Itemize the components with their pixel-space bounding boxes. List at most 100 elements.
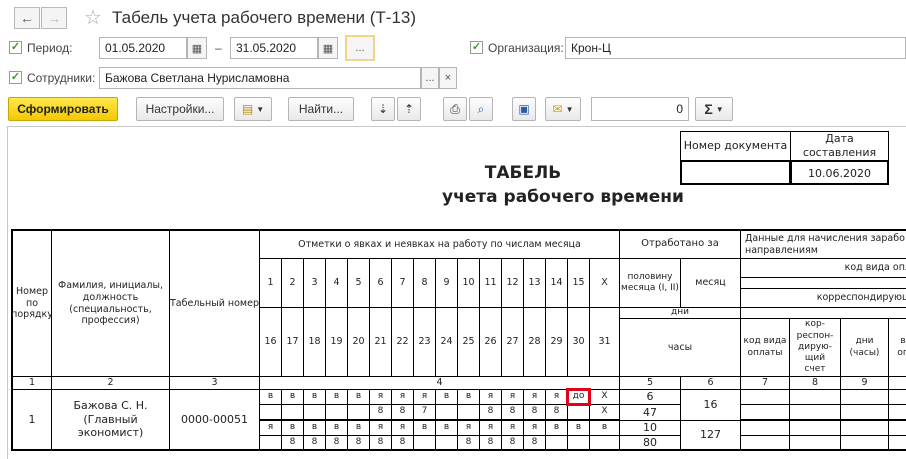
org-input[interactable]: Крон-Ц <box>565 37 906 59</box>
sort-asc-button[interactable]: ⇣ <box>371 97 395 121</box>
print-preview-icon: ⌕ <box>477 101 485 116</box>
col-header-payroll: Данные для начисления зарабо и направлен… <box>740 229 906 259</box>
attendance-mark-cell: 8 <box>369 435 392 451</box>
attendance-mark-cell <box>435 435 458 451</box>
attendance-mark-cell: в <box>325 420 348 436</box>
colnum-4: 4 <box>259 376 620 390</box>
colnum-6: 6 <box>680 376 741 390</box>
col-header-marks: Отметки о явках и неявках на работу по ч… <box>259 229 620 259</box>
payroll-cell <box>789 435 841 451</box>
day-header-top: X <box>589 258 620 308</box>
doc-number-header: Номер документа <box>680 131 791 161</box>
day-header-top: 11 <box>479 258 502 308</box>
employees-input[interactable]: Бажова Светлана Нурисламовна <box>99 67 421 89</box>
employee-name: Бажова С. Н. (Главный экономист) <box>51 389 170 451</box>
doc-number-value <box>680 160 791 185</box>
calendar-to-button[interactable]: ▦ <box>318 37 338 59</box>
send-email-button[interactable]: ✉ ▼ <box>545 97 581 121</box>
attendance-mark-cell: в <box>303 420 326 436</box>
attendance-mark-cell: в <box>281 420 304 436</box>
doc-date-value: 10.06.2020 <box>790 160 889 185</box>
save-button[interactable]: ▣ <box>512 97 536 121</box>
col-header-extra: ви опл <box>888 318 906 377</box>
attendance-mark-cell: я <box>501 389 524 405</box>
attendance-mark-cell: 8 <box>391 404 414 420</box>
payroll-cell <box>888 389 906 405</box>
day-header-bottom: 17 <box>281 307 304 377</box>
period-select-button[interactable]: ... <box>345 35 375 61</box>
day-header-bottom: 27 <box>501 307 524 377</box>
day-header-top: 8 <box>413 258 436 308</box>
attendance-mark-cell: я <box>413 389 436 405</box>
attendance-mark-cell <box>457 404 480 420</box>
employees-clear-button[interactable]: × <box>439 67 457 89</box>
back-button[interactable]: ← <box>14 7 40 29</box>
employees-checkbox[interactable]: ✓ <box>9 71 22 84</box>
attendance-mark-cell: в <box>589 420 620 436</box>
sigma-icon: Σ <box>704 101 713 117</box>
attendance-mark-cell: 8 <box>369 404 392 420</box>
period-to-input[interactable]: 31.05.2020 <box>230 37 318 59</box>
attendance-mark-cell: 8 <box>391 435 414 451</box>
report-title: ТАБЕЛЬ <box>484 163 562 183</box>
colnum-8: 8 <box>789 376 841 390</box>
chevron-down-icon: ▼ <box>715 104 724 114</box>
employees-select-button[interactable]: ... <box>421 67 439 89</box>
calendar-icon: ▦ <box>322 42 334 55</box>
colnum-10 <box>888 376 906 390</box>
day-header-bottom: 29 <box>545 307 568 377</box>
attendance-mark-cell: я <box>391 420 414 436</box>
col-header-worked: Отработано за <box>619 229 741 259</box>
day-header-top: 12 <box>501 258 524 308</box>
attendance-mark-cell: я <box>545 389 568 405</box>
find-button[interactable]: Найти... <box>288 97 354 121</box>
payroll-cell <box>789 389 841 405</box>
payroll-cell <box>840 420 889 436</box>
attendance-mark-cell <box>259 435 282 451</box>
colnum-2: 2 <box>51 376 170 390</box>
sum-field: 0 <box>591 97 689 121</box>
month-hours: 127 <box>680 420 741 451</box>
favorite-star-icon[interactable]: ☆ <box>84 5 102 30</box>
preview-button[interactable]: ⌕ <box>469 97 493 121</box>
period-checkbox[interactable]: ✓ <box>9 41 22 54</box>
variants-button[interactable]: ▤ ▼ <box>234 97 272 121</box>
envelope-icon: ✉ <box>552 102 563 116</box>
sort-descending-icon: ⇡ <box>403 102 415 116</box>
attendance-mark-cell: я <box>391 389 414 405</box>
payroll-cell <box>888 435 906 451</box>
colnum-7: 7 <box>740 376 790 390</box>
org-checkbox[interactable]: ✓ <box>470 41 483 54</box>
settings-button[interactable]: Настройки... <box>136 97 224 121</box>
day-header-bottom: 16 <box>259 307 282 377</box>
period-from-input[interactable]: 01.05.2020 <box>99 37 187 59</box>
attendance-mark-cell: 7 <box>413 404 436 420</box>
col-header-corr-account: кор-респон-дирую-щий счет <box>789 318 841 377</box>
attendance-mark-cell: в <box>347 389 370 405</box>
report-spreadsheet[interactable]: Номер документа Дата составления 10.06.2… <box>7 126 906 459</box>
attendance-mark-cell: я <box>369 389 392 405</box>
col-header-corr: корреспондирующ <box>740 288 906 308</box>
sort-desc-button[interactable]: ⇡ <box>397 97 421 121</box>
attendance-mark-cell: в <box>281 389 304 405</box>
payroll-cell <box>888 404 906 420</box>
sum-mode-button[interactable]: Σ ▼ <box>695 97 733 121</box>
attendance-mark-cell <box>545 435 568 451</box>
col-header-days-hours: дни (часы) <box>840 318 889 377</box>
col-header-half-month: половину месяца (I, II) <box>619 258 681 308</box>
day-header-top: 10 <box>457 258 480 308</box>
chevron-down-icon: ▼ <box>565 104 574 114</box>
col-header-month: месяц <box>680 258 741 308</box>
attendance-mark-cell: в <box>325 389 348 405</box>
calendar-from-button[interactable]: ▦ <box>187 37 207 59</box>
forward-button[interactable]: → <box>41 7 67 29</box>
half1-days: 6 <box>619 389 681 405</box>
generate-button[interactable]: Сформировать <box>8 97 118 121</box>
floppy-disk-icon: ▣ <box>518 102 530 116</box>
day-header-bottom: 26 <box>479 307 502 377</box>
colnum-3: 3 <box>169 376 260 390</box>
attendance-mark-cell: 8 <box>479 404 502 420</box>
print-button[interactable]: ⎙ <box>443 97 467 121</box>
attendance-mark-cell: я <box>501 420 524 436</box>
payroll-cell <box>740 404 790 420</box>
